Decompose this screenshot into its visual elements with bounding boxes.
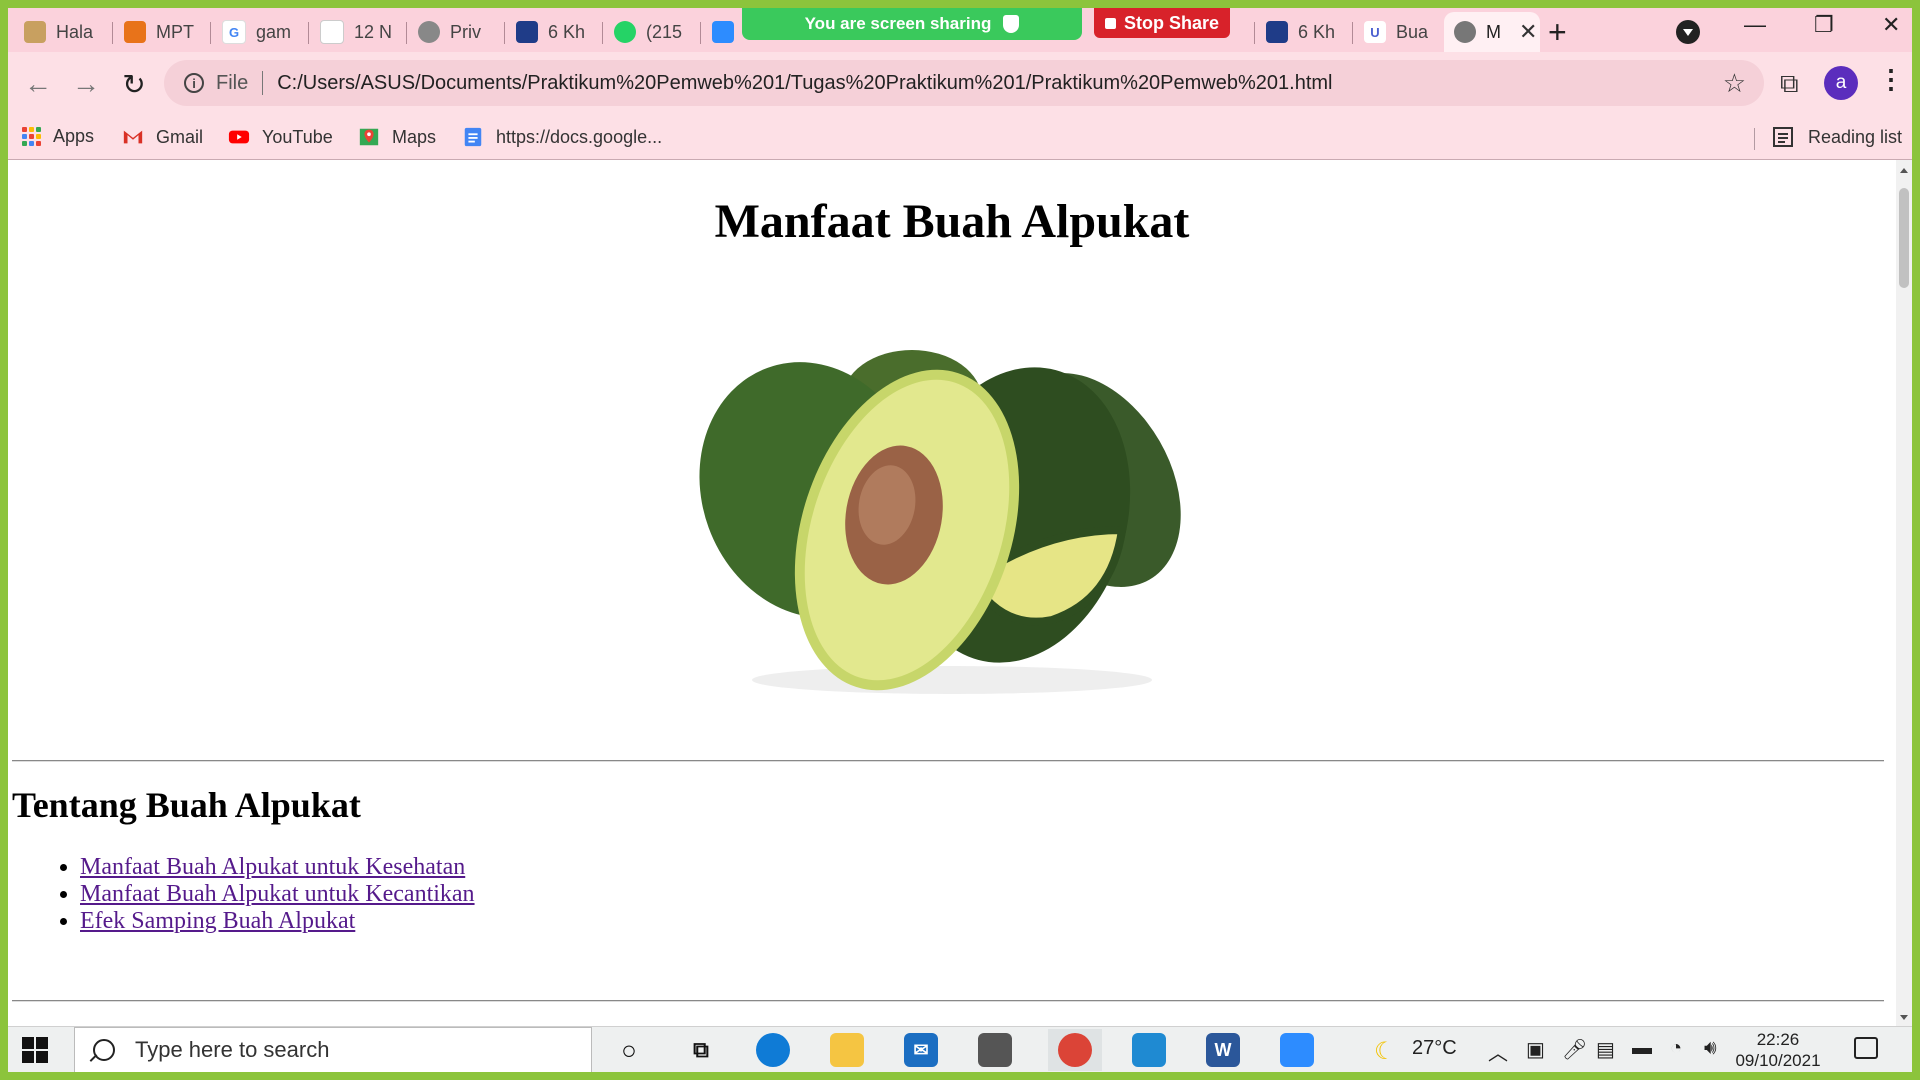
scroll-up-arrow-icon[interactable]: [1900, 168, 1908, 173]
tab-active[interactable]: M ✕: [1444, 12, 1540, 52]
bookmark-maps[interactable]: Maps: [358, 126, 436, 148]
volume-icon[interactable]: 🔊︎: [1704, 1037, 1717, 1060]
tab-whatsapp[interactable]: (215: [604, 12, 700, 52]
page-title: Manfaat Buah Alpukat: [714, 195, 1190, 248]
vertical-scrollbar[interactable]: [1896, 160, 1912, 1026]
extensions-puzzle-icon[interactable]: ⧉: [1780, 68, 1799, 100]
temperature[interactable]: 27°C: [1412, 1037, 1457, 1060]
close-icon[interactable]: ✕: [1519, 19, 1537, 45]
mail-icon[interactable]: ✉: [904, 1033, 938, 1067]
browser-toolbar: ← → ↻ i File C:/Users/ASUS/Documents/Pra…: [8, 52, 1912, 116]
u-icon: U: [1364, 21, 1386, 43]
screen-sharing-banner: You are screen sharing: [742, 8, 1082, 40]
docs-icon: [464, 127, 482, 147]
edge-icon[interactable]: [756, 1033, 790, 1067]
wifi-icon[interactable]: ◔: [1670, 1037, 1682, 1060]
globe-icon: [418, 21, 440, 43]
notifications-icon[interactable]: [1854, 1037, 1878, 1059]
url-text[interactable]: C:/Users/ASUS/Documents/Praktikum%20Pemw…: [277, 72, 1332, 95]
reading-list-icon: [1773, 127, 1793, 147]
whatsapp-icon: [614, 21, 636, 43]
google-icon: G: [222, 20, 246, 44]
avocado-image: [699, 350, 1181, 694]
tab-gam[interactable]: G gam: [212, 12, 308, 52]
arrow-icon: [1266, 21, 1288, 43]
feather-icon: [24, 21, 46, 43]
bookmark-youtube[interactable]: YouTube: [228, 126, 333, 148]
taskbar-search-input[interactable]: Type here to search: [74, 1027, 592, 1072]
shield-icon: [1003, 15, 1020, 33]
list-item: Efek Samping Buah Alpukat: [80, 908, 475, 935]
tab-6kh-2[interactable]: 6 Kh: [1256, 12, 1352, 52]
doc-icon: [320, 20, 344, 44]
link-side-effects[interactable]: Efek Samping Buah Alpukat: [80, 908, 355, 934]
zoom-app-icon[interactable]: [1280, 1033, 1314, 1067]
topic-links-list: Manfaat Buah Alpukat untuk Kesehatan Man…: [40, 854, 475, 935]
maps-icon: [359, 128, 379, 146]
browser-window: Hala MPT G gam 12 N Priv 6 Kh (215 6 Kh …: [8, 8, 1912, 1072]
arrow-icon: [516, 21, 538, 43]
tab-hala[interactable]: Hala: [14, 12, 112, 52]
tab-bua[interactable]: U Bua: [1354, 12, 1444, 52]
back-button[interactable]: ←: [20, 66, 56, 102]
profile-avatar[interactable]: a: [1824, 66, 1858, 100]
divider: [12, 1000, 1884, 1002]
divider: [12, 760, 1884, 762]
reload-button[interactable]: ↻: [116, 66, 152, 102]
globe-icon: [1454, 21, 1476, 43]
list-item: Manfaat Buah Alpukat untuk Kesehatan: [80, 854, 475, 881]
scroll-thumb[interactable]: [1899, 188, 1909, 288]
show-hidden-icons-chevron-icon[interactable]: ︿: [1488, 1037, 1508, 1066]
tab-search-icon[interactable]: [1676, 20, 1700, 44]
windows-taskbar: Type here to search ○ ⧉ ✉ W ☾ 27°C ︿ ▣ 🎤…: [8, 1026, 1912, 1072]
gmail-icon: [123, 130, 143, 144]
vscode-icon[interactable]: [1132, 1033, 1166, 1067]
windows-start-icon[interactable]: [22, 1037, 48, 1063]
info-icon[interactable]: i: [184, 73, 204, 93]
bookmarks-bar: Apps Gmail YouTube Maps https://docs.goo…: [8, 116, 1912, 160]
file-explorer-icon[interactable]: [830, 1033, 864, 1067]
tab-6kh-1[interactable]: 6 Kh: [506, 12, 602, 52]
system-clock[interactable]: 22:26 09/10/2021: [1728, 1029, 1828, 1071]
list-item: Manfaat Buah Alpukat untuk Kecantikan: [80, 881, 475, 908]
battery-icon[interactable]: ▬: [1632, 1037, 1652, 1060]
apps-grid-icon: [22, 127, 41, 146]
page-viewport: Manfaat Buah Alpukat Tentang Buah Alpuka…: [8, 160, 1896, 1026]
cortana-icon[interactable]: ○: [612, 1033, 646, 1067]
youtube-icon: [228, 130, 250, 144]
tab-priv[interactable]: Priv: [408, 12, 504, 52]
minimize-icon[interactable]: —: [1744, 12, 1766, 38]
chrome-icon[interactable]: [1058, 1033, 1092, 1067]
task-view-icon[interactable]: ⧉: [684, 1033, 718, 1067]
bookmark-star-icon[interactable]: ☆: [1723, 68, 1746, 99]
scroll-down-arrow-icon[interactable]: [1900, 1015, 1908, 1020]
camera-icon[interactable]: [978, 1033, 1012, 1067]
stop-icon: [1104, 17, 1116, 29]
stop-share-button[interactable]: Stop Share: [1094, 8, 1230, 38]
new-tab-button[interactable]: +: [1548, 16, 1567, 48]
zoom-icon: [712, 21, 734, 43]
tab-12n[interactable]: 12 N: [310, 12, 406, 52]
word-icon[interactable]: W: [1206, 1033, 1240, 1067]
restore-icon[interactable]: ❐: [1814, 12, 1834, 38]
tab-strip: Hala MPT G gam 12 N Priv 6 Kh (215 6 Kh …: [8, 8, 1912, 52]
address-bar[interactable]: i File C:/Users/ASUS/Documents/Praktikum…: [164, 60, 1764, 106]
forward-button[interactable]: →: [68, 66, 104, 102]
reading-list-button[interactable]: Reading list: [1772, 126, 1902, 148]
bookmark-apps[interactable]: Apps: [22, 126, 94, 147]
weather-moon-icon[interactable]: ☾: [1374, 1037, 1396, 1066]
window-close-icon[interactable]: ✕: [1882, 12, 1900, 38]
menu-kebab-icon[interactable]: ⋮: [1878, 64, 1904, 95]
tab-mpt[interactable]: MPT: [114, 12, 210, 52]
orange-app-icon: [124, 21, 146, 43]
link-health-benefits[interactable]: Manfaat Buah Alpukat untuk Kesehatan: [80, 854, 465, 880]
bookmark-gmail[interactable]: Gmail: [122, 126, 203, 148]
section-title: Tentang Buah Alpukat: [12, 785, 361, 825]
display-icon[interactable]: ▤: [1596, 1037, 1615, 1062]
link-beauty-benefits[interactable]: Manfaat Buah Alpukat untuk Kecantikan: [80, 881, 475, 907]
microphone-icon[interactable]: 🎤︎: [1562, 1037, 1587, 1062]
bookmark-docs[interactable]: https://docs.google...: [462, 126, 662, 148]
meet-now-icon[interactable]: ▣: [1526, 1037, 1545, 1062]
search-icon: [93, 1039, 115, 1061]
